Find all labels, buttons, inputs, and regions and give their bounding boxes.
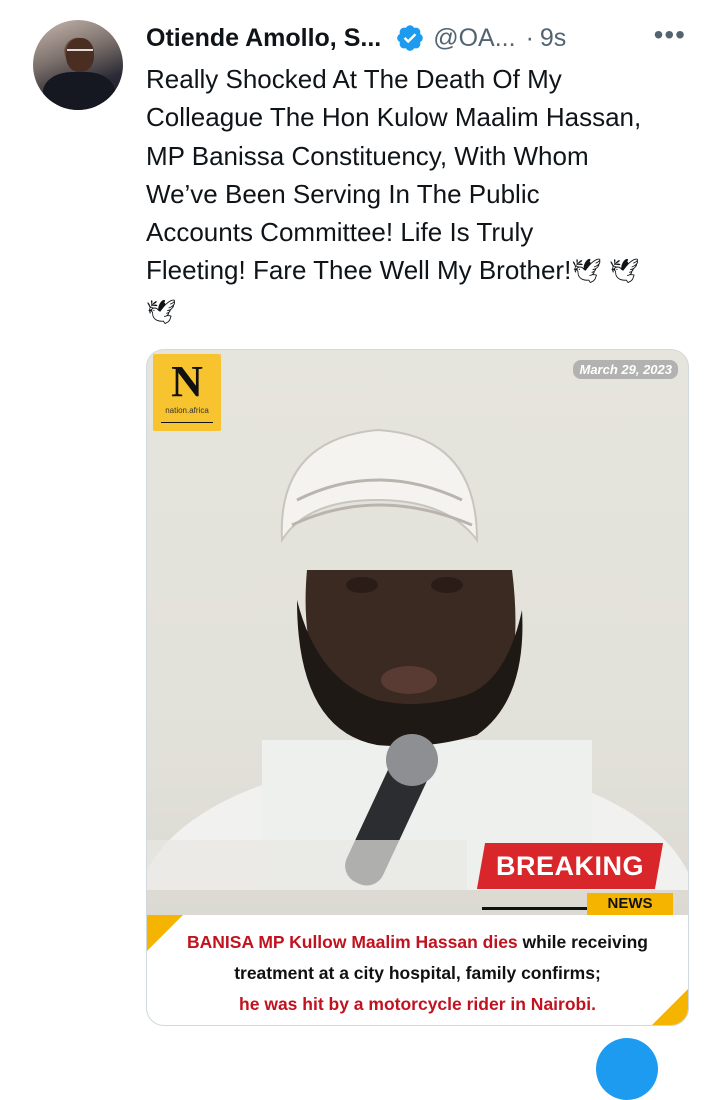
caption-headline: BANISA MP Kullow Maalim Hassan dies [187,932,518,952]
logo-subtitle: nation.africa [165,406,209,415]
header-separator: · [525,23,534,52]
logo-letter: N [171,357,203,406]
avatar-shirt [43,72,115,110]
tweet[interactable]: Otiende Amollo, S... @OA... · 9s ••• Rea… [0,0,720,1100]
compose-fab[interactable] [596,1038,658,1100]
more-options-icon[interactable]: ••• [654,21,686,49]
tweet-text: Really Shocked At The Death Of My Collea… [146,60,701,332]
breaking-label: BREAKING [495,851,644,881]
dove-emoji: 🕊 [146,298,177,326]
tweet-timestamp[interactable]: 9s [540,24,566,53]
verified-badge-icon[interactable] [395,23,425,53]
news-label: NEWS [587,893,673,915]
caption-text: BANISA MP Kullow Maalim Hassan dies whil… [161,927,674,1020]
tweet-header: Otiende Amollo, S... @OA... · 9s ••• [146,20,700,56]
news-caption: BANISA MP Kullow Maalim Hassan dies whil… [147,915,688,1025]
author-handle[interactable]: @OA... [433,24,515,53]
dove-emoji: 🕊 [609,258,640,286]
tweet-media-image[interactable]: N nation.africa March 29, 2023 BREAKING … [146,349,689,1026]
avatar-glasses [67,49,93,57]
news-photo [147,428,688,890]
caption-detail: he was hit by a motorcycle rider in Nair… [239,994,596,1014]
tweet-text-body: Really Shocked At The Death Of My Collea… [146,64,642,286]
logo-underline [161,422,213,423]
author-name[interactable]: Otiende Amollo, S... [146,24,381,53]
dove-emoji: 🕊 [571,258,602,286]
image-date-badge: March 29, 2023 [573,360,678,379]
author-avatar[interactable] [33,20,123,110]
nation-africa-logo: N nation.africa [153,354,221,431]
news-divider [482,907,587,910]
